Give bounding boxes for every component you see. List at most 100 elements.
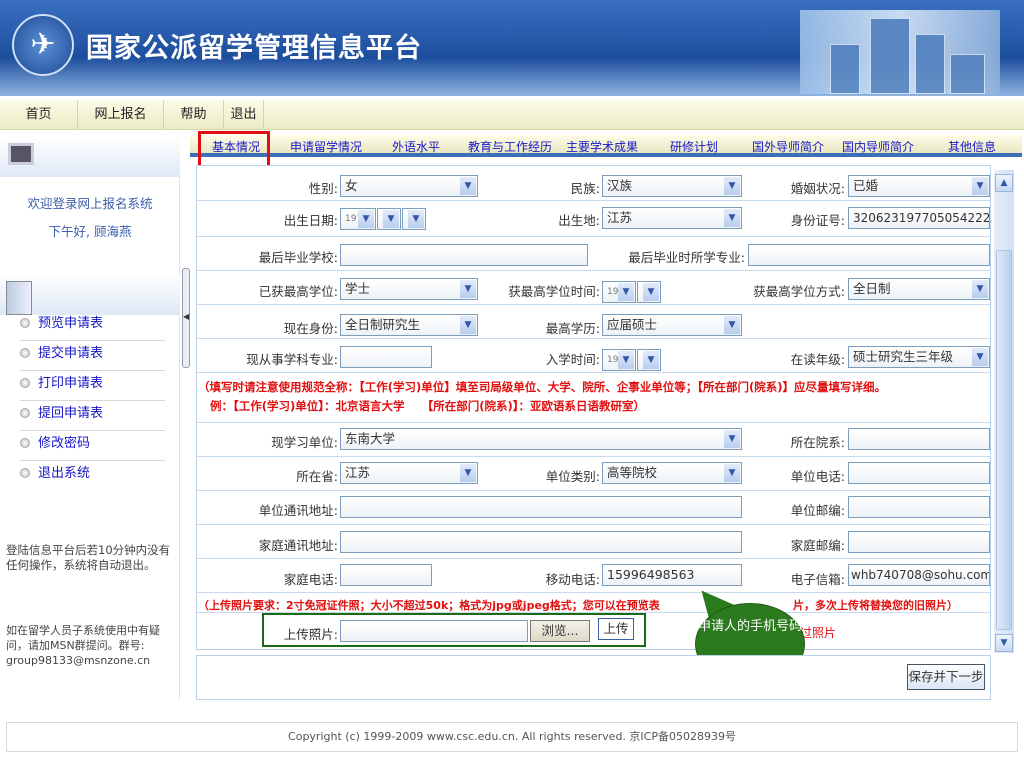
birth-month-select[interactable]: 5▼	[377, 208, 401, 230]
id-number-label: 身份证号:	[790, 213, 845, 228]
chevron-down-icon: ▼	[460, 177, 476, 195]
sidebar-item-label: 提回申请表	[38, 406, 104, 421]
chevron-down-icon: ▼	[724, 209, 740, 227]
book-icon	[0, 275, 180, 315]
greeting-text: 下午好, 顾海燕	[48, 224, 132, 239]
tab-domestic-advisor[interactable]: 国内导师简介	[842, 138, 914, 155]
id-number-input[interactable]: 320623197705054222	[848, 207, 990, 229]
marital-select[interactable]: 已婚 ▼	[848, 175, 990, 197]
app-title: 国家公派留学管理信息平台	[86, 33, 422, 64]
sidebar-item-print[interactable]: 打印申请表	[20, 371, 165, 401]
browse-button[interactable]: 浏览...	[530, 620, 590, 642]
tab-education-work[interactable]: 教育与工作经历	[468, 138, 552, 155]
footer-copyright: Copyright (c) 1999-2009 www.csc.edu.cn. …	[6, 722, 1018, 752]
ethnicity-select[interactable]: 汉族 ▼	[602, 175, 742, 197]
highest-edu-select[interactable]: 应届硕士 ▼	[602, 314, 742, 336]
birth-year-select[interactable]: 197 ▼	[340, 208, 376, 230]
grade-select[interactable]: 硕士研究生三年级 ▼	[848, 346, 990, 368]
province-label: 所在省:	[296, 469, 338, 484]
chevron-down-icon: ▼	[972, 177, 988, 195]
degree-time-label: 获最高学位时间:	[508, 284, 600, 299]
degree-month-select[interactable]: 1▼	[637, 281, 661, 303]
bullet-icon	[20, 348, 30, 358]
study-unit-label: 现学习单位:	[271, 435, 338, 450]
nav-online-apply[interactable]: 网上报名	[78, 100, 164, 130]
current-status-label: 现在身份:	[283, 321, 338, 336]
sidebar-item-preview[interactable]: 预览申请表	[20, 311, 165, 341]
header-banner: ✈ 国家公派留学管理信息平台	[0, 0, 1024, 96]
sidebar-item-label: 打印申请表	[38, 376, 104, 391]
bullet-icon	[20, 438, 30, 448]
email-input[interactable]: whb740708@sohu.com	[848, 564, 990, 586]
tab-bar: 基本情况 申请留学情况 外语水平 教育与工作经历 主要学术成果 研修计划 国外导…	[190, 135, 1022, 157]
province-select[interactable]: 江苏 ▼	[340, 462, 478, 484]
home-phone-input[interactable]	[340, 564, 432, 586]
nav-logout[interactable]: 退出	[224, 100, 264, 130]
sidebar-collapse-handle[interactable]: ◀	[182, 268, 190, 368]
unit-address-label: 单位通讯地址:	[258, 503, 338, 518]
unit-phone-label: 单位电话:	[790, 469, 845, 484]
scroll-up-icon[interactable]: ▲	[995, 174, 1013, 192]
sidebar-item-label: 退出系统	[38, 466, 91, 481]
scroll-down-icon[interactable]: ▼	[995, 634, 1013, 652]
fill-guide-note: （填写时请注意使用规范全称：【工作(学习)单位】填至司局级单位、大学、院所、企事…	[198, 380, 887, 394]
save-next-button[interactable]: 保存并下一步	[907, 664, 985, 690]
sidebar-item-withdraw[interactable]: 提回申请表	[20, 401, 165, 431]
upload-photo-label: 上传照片:	[283, 627, 338, 642]
nav-help[interactable]: 帮助	[164, 100, 224, 130]
photo-file-input[interactable]	[340, 620, 528, 642]
top-nav: 首页 网上报名 帮助 退出	[0, 100, 1024, 130]
last-major-label: 最后毕业时所学专业:	[628, 250, 745, 265]
highest-degree-label: 已获最高学位:	[258, 284, 338, 299]
computer-icon	[0, 137, 180, 177]
home-address-input[interactable]	[340, 531, 742, 553]
last-major-input[interactable]	[748, 244, 990, 266]
sidebar: 欢迎登录网上报名系统 下午好, 顾海燕 预览申请表 提交申请表 打印申请表 提回…	[0, 135, 180, 700]
birthdate-label: 出生日期:	[283, 213, 338, 228]
gender-select[interactable]: 女 ▼	[340, 175, 478, 197]
ethnicity-label: 民族:	[570, 181, 600, 196]
unit-type-select[interactable]: 高等院校 ▼	[602, 462, 742, 484]
csc-logo-icon: ✈	[12, 14, 74, 76]
tab-other[interactable]: 其他信息	[948, 138, 996, 155]
enroll-year-select[interactable]: 199 ▼	[602, 349, 636, 371]
form-actions: 保存并下一步	[196, 655, 991, 700]
tab-research-plan[interactable]: 研修计划	[670, 138, 718, 155]
nav-home[interactable]: 首页	[0, 100, 78, 130]
tab-achievements[interactable]: 主要学术成果	[566, 138, 638, 155]
unit-zip-input[interactable]	[848, 496, 990, 518]
welcome-text: 欢迎登录网上报名系统	[27, 196, 153, 211]
enroll-month-select[interactable]: 1▼	[637, 349, 661, 371]
highest-degree-select[interactable]: 学士 ▼	[340, 278, 478, 300]
sidebar-item-password[interactable]: 修改密码	[20, 431, 165, 461]
tab-language[interactable]: 外语水平	[392, 138, 440, 155]
enroll-time-label: 入学时间:	[545, 352, 600, 367]
birth-day-select[interactable]: 5▼	[402, 208, 426, 230]
birthplace-select[interactable]: 江苏 ▼	[602, 207, 742, 229]
email-label: 电子信箱:	[790, 572, 845, 587]
tab-study-abroad[interactable]: 申请留学情况	[290, 138, 362, 155]
buildings-graphic	[800, 10, 1000, 94]
last-school-input[interactable]	[340, 244, 588, 266]
scrollbar-thumb[interactable]	[996, 250, 1012, 630]
bullet-icon	[20, 318, 30, 328]
home-zip-input[interactable]	[848, 531, 990, 553]
marital-label: 婚姻状况:	[790, 181, 845, 196]
sidebar-item-exit[interactable]: 退出系统	[20, 461, 165, 491]
unit-phone-input[interactable]	[848, 462, 990, 484]
photo-requirements-note: （上传照片要求：2寸免冠证件照；大小不超过50k；格式为jpg或jpeg格式；您…	[198, 599, 660, 612]
upload-button[interactable]: 上传	[598, 618, 634, 640]
degree-mode-select[interactable]: 全日制 ▼	[848, 278, 990, 300]
tab-foreign-advisor[interactable]: 国外导师简介	[752, 138, 824, 155]
current-field-input[interactable]	[340, 346, 432, 368]
department-input[interactable]	[848, 428, 990, 450]
unit-address-input[interactable]	[340, 496, 742, 518]
timeout-notice: 登陆信息平台后若10分钟内没有任何操作，系统将自动退出。	[6, 543, 171, 572]
current-status-select[interactable]: 全日制研究生 ▼	[340, 314, 478, 336]
study-unit-select[interactable]: 东南大学 ▼	[340, 428, 742, 450]
photo-status-text: 过照片	[800, 626, 837, 640]
photo-requirements-note-end: 片，多次上传将替换您的旧照片）	[793, 599, 958, 612]
degree-year-select[interactable]: 199 ▼	[602, 281, 636, 303]
sidebar-item-submit[interactable]: 提交申请表	[20, 341, 165, 371]
mobile-label: 移动电话:	[545, 572, 600, 587]
